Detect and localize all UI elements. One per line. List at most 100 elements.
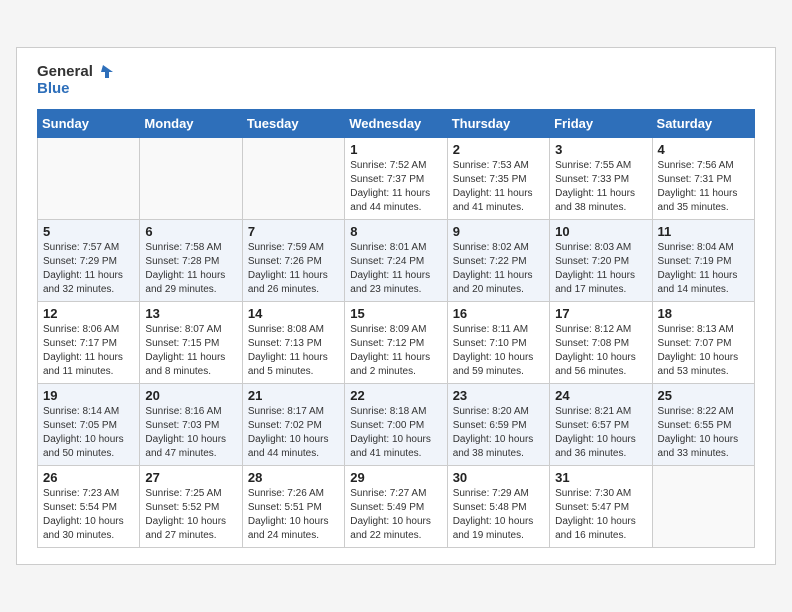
day-info: Sunrise: 8:13 AM Sunset: 7:07 PM Dayligh… — [658, 323, 749, 379]
day-number: 24 — [555, 388, 646, 403]
day-info: Sunrise: 8:20 AM Sunset: 6:59 PM Dayligh… — [453, 405, 544, 461]
calendar-cell: 26Sunrise: 7:23 AM Sunset: 5:54 PM Dayli… — [38, 466, 140, 548]
calendar-cell: 18 Sunrise: 8:13 AM Sunset: 7:07 PM Dayli… — [652, 302, 754, 384]
day-info: Sunrise: 7:30 AM Sunset: 5:47 PM Dayligh… — [555, 487, 646, 543]
day-info: Sunrise: 7:52 AM Sunset: 7:37 PM Dayligh… — [350, 159, 441, 215]
day-number: 16 — [453, 306, 544, 321]
day-info: Sunrise: 8:22 AM Sunset: 6:55 PM Dayligh… — [658, 405, 749, 461]
day-number: 27 — [145, 470, 236, 485]
calendar-cell — [38, 138, 140, 220]
day-info: Sunrise: 7:29 AM Sunset: 5:48 PM Dayligh… — [453, 487, 544, 543]
calendar-table: SundayMondayTuesdayWednesdayThursdayFrid… — [37, 109, 755, 548]
day-number: 9 — [453, 224, 544, 239]
calendar-cell: 31Sunrise: 7:30 AM Sunset: 5:47 PM Dayli… — [550, 466, 652, 548]
day-number: 14 — [248, 306, 339, 321]
day-info: Sunrise: 7:58 AM Sunset: 7:28 PM Dayligh… — [145, 241, 236, 297]
day-number: 5 — [43, 224, 134, 239]
weekday-friday: Friday — [550, 110, 652, 138]
day-info: Sunrise: 8:16 AM Sunset: 7:03 PM Dayligh… — [145, 405, 236, 461]
calendar-cell: 13 Sunrise: 8:07 AM Sunset: 7:15 PM Dayli… — [140, 302, 242, 384]
weekday-monday: Monday — [140, 110, 242, 138]
day-number: 11 — [658, 224, 749, 239]
day-number: 10 — [555, 224, 646, 239]
calendar-cell: 20 Sunrise: 8:16 AM Sunset: 7:03 PM Dayli… — [140, 384, 242, 466]
day-info: Sunrise: 8:18 AM Sunset: 7:00 PM Dayligh… — [350, 405, 441, 461]
day-info: Sunrise: 7:26 AM Sunset: 5:51 PM Dayligh… — [248, 487, 339, 543]
day-info: Sunrise: 8:04 AM Sunset: 7:19 PM Dayligh… — [658, 241, 749, 297]
calendar-cell: 2Sunrise: 7:53 AM Sunset: 7:35 PM Daylig… — [447, 138, 549, 220]
day-number: 19 — [43, 388, 134, 403]
calendar-cell — [652, 466, 754, 548]
day-number: 7 — [248, 224, 339, 239]
day-number: 3 — [555, 142, 646, 157]
calendar-container: General Blue SundayMondayTuesdayWednesda… — [16, 47, 776, 565]
day-info: Sunrise: 8:14 AM Sunset: 7:05 PM Dayligh… — [43, 405, 134, 461]
calendar-cell: 22 Sunrise: 8:18 AM Sunset: 7:00 PM Dayli… — [345, 384, 447, 466]
day-info: Sunrise: 8:03 AM Sunset: 7:20 PM Dayligh… — [555, 241, 646, 297]
day-info: Sunrise: 8:01 AM Sunset: 7:24 PM Dayligh… — [350, 241, 441, 297]
day-number: 2 — [453, 142, 544, 157]
day-number: 29 — [350, 470, 441, 485]
day-number: 13 — [145, 306, 236, 321]
calendar-cell: 14Sunrise: 8:08 AM Sunset: 7:13 PM Dayli… — [242, 302, 344, 384]
day-number: 18 — [658, 306, 749, 321]
day-info: Sunrise: 8:06 AM Sunset: 7:17 PM Dayligh… — [43, 323, 134, 379]
weekday-thursday: Thursday — [447, 110, 549, 138]
calendar-cell: 12 Sunrise: 8:06 AM Sunset: 7:17 PM Dayli… — [38, 302, 140, 384]
day-number: 25 — [658, 388, 749, 403]
day-number: 15 — [350, 306, 441, 321]
day-info: Sunrise: 8:02 AM Sunset: 7:22 PM Dayligh… — [453, 241, 544, 297]
day-number: 12 — [43, 306, 134, 321]
calendar-body: 1 Sunrise: 7:52 AM Sunset: 7:37 PM Daylig… — [38, 138, 755, 548]
calendar-cell: 1 Sunrise: 7:52 AM Sunset: 7:37 PM Daylig… — [345, 138, 447, 220]
calendar-cell: 15 Sunrise: 8:09 AM Sunset: 7:12 PM Dayli… — [345, 302, 447, 384]
day-info: Sunrise: 7:27 AM Sunset: 5:49 PM Dayligh… — [350, 487, 441, 543]
day-number: 4 — [658, 142, 749, 157]
day-number: 21 — [248, 388, 339, 403]
calendar-week-2: 5Sunrise: 7:57 AM Sunset: 7:29 PM Daylig… — [38, 220, 755, 302]
day-number: 26 — [43, 470, 134, 485]
logo-blue: Blue — [37, 81, 113, 98]
calendar-cell: 17Sunrise: 8:12 AM Sunset: 7:08 PM Dayli… — [550, 302, 652, 384]
calendar-cell: 5Sunrise: 7:57 AM Sunset: 7:29 PM Daylig… — [38, 220, 140, 302]
calendar-cell: 24 Sunrise: 8:21 AM Sunset: 6:57 PM Dayli… — [550, 384, 652, 466]
day-info: Sunrise: 8:17 AM Sunset: 7:02 PM Dayligh… — [248, 405, 339, 461]
day-number: 28 — [248, 470, 339, 485]
weekday-sunday: Sunday — [38, 110, 140, 138]
calendar-cell: 25 Sunrise: 8:22 AM Sunset: 6:55 PM Dayli… — [652, 384, 754, 466]
weekday-saturday: Saturday — [652, 110, 754, 138]
weekday-wednesday: Wednesday — [345, 110, 447, 138]
calendar-cell: 23 Sunrise: 8:20 AM Sunset: 6:59 PM Dayli… — [447, 384, 549, 466]
calendar-cell — [242, 138, 344, 220]
day-number: 6 — [145, 224, 236, 239]
day-number: 8 — [350, 224, 441, 239]
calendar-cell: 10 Sunrise: 8:03 AM Sunset: 7:20 PM Dayli… — [550, 220, 652, 302]
weekday-header-row: SundayMondayTuesdayWednesdayThursdayFrid… — [38, 110, 755, 138]
day-number: 30 — [453, 470, 544, 485]
day-info: Sunrise: 8:07 AM Sunset: 7:15 PM Dayligh… — [145, 323, 236, 379]
calendar-cell: 6 Sunrise: 7:58 AM Sunset: 7:28 PM Daylig… — [140, 220, 242, 302]
day-number: 20 — [145, 388, 236, 403]
logo: General Blue — [37, 64, 113, 97]
day-info: Sunrise: 7:59 AM Sunset: 7:26 PM Dayligh… — [248, 241, 339, 297]
day-number: 23 — [453, 388, 544, 403]
calendar-cell: 19 Sunrise: 8:14 AM Sunset: 7:05 PM Dayli… — [38, 384, 140, 466]
calendar-week-4: 19 Sunrise: 8:14 AM Sunset: 7:05 PM Dayli… — [38, 384, 755, 466]
logo-general: General — [37, 64, 93, 81]
weekday-tuesday: Tuesday — [242, 110, 344, 138]
day-info: Sunrise: 7:55 AM Sunset: 7:33 PM Dayligh… — [555, 159, 646, 215]
calendar-week-5: 26Sunrise: 7:23 AM Sunset: 5:54 PM Dayli… — [38, 466, 755, 548]
calendar-cell: 4Sunrise: 7:56 AM Sunset: 7:31 PM Daylig… — [652, 138, 754, 220]
calendar-cell — [140, 138, 242, 220]
day-info: Sunrise: 7:25 AM Sunset: 5:52 PM Dayligh… — [145, 487, 236, 543]
calendar-cell: 16 Sunrise: 8:11 AM Sunset: 7:10 PM Dayli… — [447, 302, 549, 384]
calendar-cell: 30 Sunrise: 7:29 AM Sunset: 5:48 PM Dayli… — [447, 466, 549, 548]
calendar-cell: 28 Sunrise: 7:26 AM Sunset: 5:51 PM Dayli… — [242, 466, 344, 548]
day-info: Sunrise: 8:09 AM Sunset: 7:12 PM Dayligh… — [350, 323, 441, 379]
day-info: Sunrise: 8:12 AM Sunset: 7:08 PM Dayligh… — [555, 323, 646, 379]
day-number: 1 — [350, 142, 441, 157]
calendar-header: General Blue — [37, 64, 755, 97]
day-number: 22 — [350, 388, 441, 403]
day-info: Sunrise: 8:21 AM Sunset: 6:57 PM Dayligh… — [555, 405, 646, 461]
day-info: Sunrise: 8:11 AM Sunset: 7:10 PM Dayligh… — [453, 323, 544, 379]
